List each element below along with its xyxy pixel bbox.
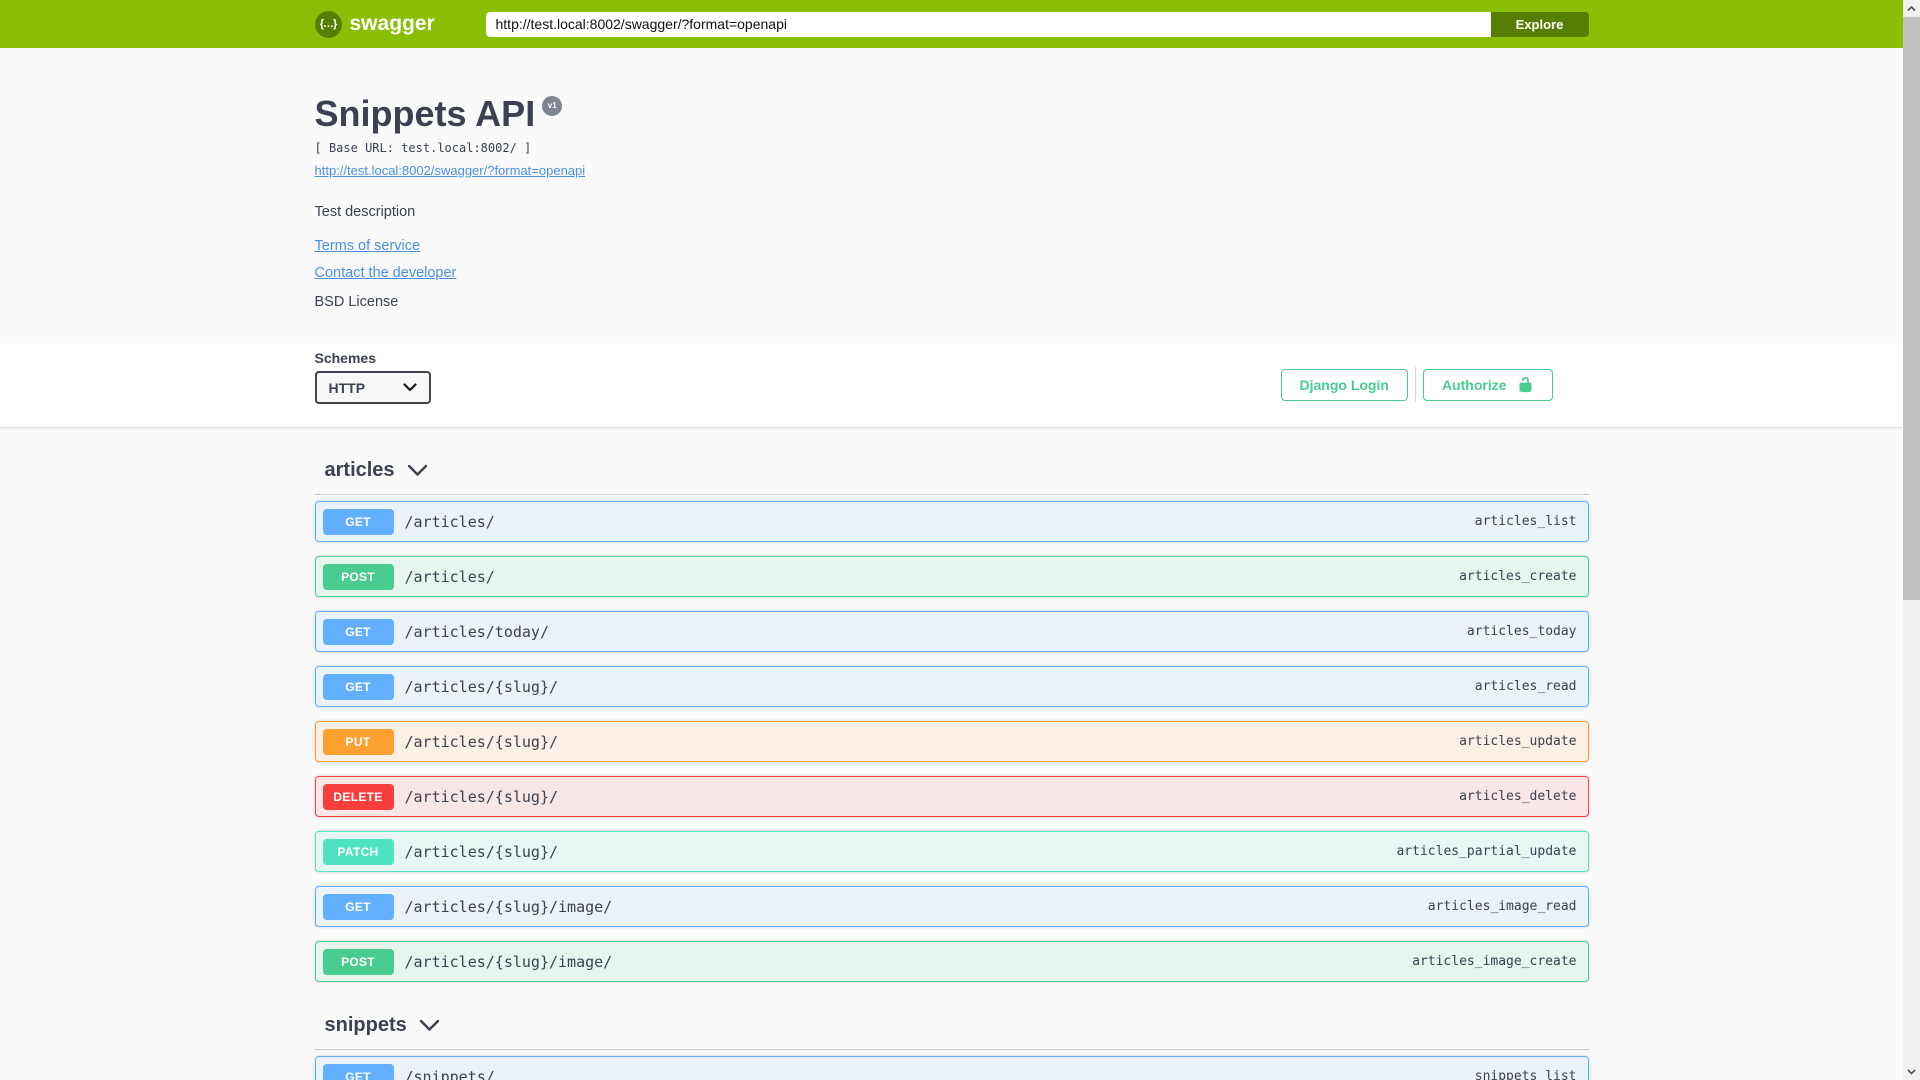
operation-row[interactable]: GET /articles/ articles_list <box>314 501 1589 542</box>
contact-developer-link[interactable]: Contact the developer <box>315 265 457 281</box>
operation-row[interactable]: PUT /articles/{slug}/ articles_update <box>314 721 1589 762</box>
chevron-down-icon <box>419 1019 439 1031</box>
page-title: Snippets API v1 <box>315 94 1589 134</box>
operation-path: /articles/{slug}/image/ <box>404 897 613 916</box>
operation-id: articles_image_create <box>1412 954 1577 969</box>
operation-row[interactable]: GET /snippets/ snippets_list <box>314 1056 1589 1080</box>
operation-row[interactable]: POST /articles/{slug}/image/ articles_im… <box>314 941 1589 982</box>
section-header[interactable]: articles <box>314 459 1589 495</box>
chevron-down-icon <box>407 464 427 476</box>
authorize-button[interactable]: Authorize <box>1422 368 1553 401</box>
operation-path: /articles/{slug}/ <box>404 732 559 751</box>
operation-row[interactable]: PATCH /articles/{slug}/ articles_partial… <box>314 831 1589 872</box>
operation-path: /articles/{slug}/image/ <box>404 952 613 971</box>
operation-list: GET /articles/ articles_list POST /artic… <box>314 501 1589 982</box>
method-badge: GET <box>322 893 394 920</box>
operations-section: articles GET /articles/ articles_list PO… <box>0 460 1903 1080</box>
operation-row[interactable]: GET /articles/today/ articles_today <box>314 611 1589 652</box>
operation-row[interactable]: GET /articles/{slug}/image/ articles_ima… <box>314 886 1589 927</box>
operation-id: articles_delete <box>1459 789 1577 804</box>
method-badge: POST <box>322 948 394 975</box>
api-description: Test description <box>314 204 416 220</box>
download-url-form: Explore <box>485 11 1589 37</box>
operation-id: snippets_list <box>1474 1069 1577 1080</box>
schemes-label: Schemes <box>314 350 376 366</box>
api-info-section: Snippets API v1 [ Base URL: test.local:80… <box>0 48 1903 343</box>
method-badge: GET <box>322 618 394 645</box>
scheme-container: Schemes HTTP Django Login Authorize <box>0 343 1903 427</box>
logo-text: swagger <box>349 12 435 35</box>
method-badge: PUT <box>322 728 394 755</box>
swagger-logo: {…} swagger <box>314 10 435 38</box>
terms-of-service-link[interactable]: Terms of service <box>315 238 421 254</box>
spec-link[interactable]: http://test.local:8002/swagger/?format=o… <box>315 163 586 178</box>
section-header[interactable]: snippets <box>314 1014 1589 1050</box>
section-title: snippets <box>324 1014 407 1036</box>
operation-row[interactable]: DELETE /articles/{slug}/ articles_delete <box>314 776 1589 817</box>
topbar: {…} swagger Explore <box>0 0 1903 48</box>
base-url: [ Base URL: test.local:8002/ ] <box>314 141 532 155</box>
operation-path: /snippets/ <box>404 1067 495 1080</box>
scroll-up-button[interactable] <box>1903 0 1920 17</box>
method-badge: PATCH <box>322 838 394 865</box>
operation-id: articles_today <box>1466 624 1577 639</box>
authorize-label: Authorize <box>1441 376 1507 393</box>
method-badge: GET <box>322 508 394 535</box>
operation-id: articles_image_read <box>1427 899 1577 914</box>
chevron-up-icon <box>1907 5 1916 11</box>
operation-list: GET /snippets/ snippets_list <box>314 1056 1589 1080</box>
method-badge: POST <box>322 563 394 590</box>
braces-icon: {…} <box>314 10 342 38</box>
operation-row[interactable]: GET /articles/{slug}/ articles_read <box>314 666 1589 707</box>
schemes-select[interactable]: HTTP <box>314 371 431 404</box>
operation-path: /articles/{slug}/ <box>404 842 559 861</box>
method-badge: DELETE <box>322 783 394 810</box>
django-login-button[interactable]: Django Login <box>1280 368 1408 401</box>
unlock-icon <box>1519 376 1531 393</box>
api-tag-section: articles GET /articles/ articles_list PO… <box>314 459 1589 982</box>
scrollbar[interactable] <box>1903 0 1920 1080</box>
operation-path: /articles/today/ <box>404 622 550 641</box>
license-text: BSD License <box>314 294 399 310</box>
operation-id: articles_partial_update <box>1396 844 1577 859</box>
spec-url-input[interactable] <box>485 11 1491 37</box>
operation-path: /articles/{slug}/ <box>404 677 559 696</box>
operation-path: /articles/{slug}/ <box>404 787 559 806</box>
method-badge: GET <box>322 673 394 700</box>
auth-wrapper: Django Login Authorize <box>1280 367 1553 402</box>
operation-id: articles_read <box>1474 679 1577 694</box>
section-title: articles <box>324 459 395 481</box>
schemes-selected-value: HTTP <box>328 379 366 396</box>
scrollbar-thumb[interactable] <box>1903 17 1920 600</box>
scroll-down-button[interactable] <box>1903 1063 1920 1080</box>
explore-button[interactable]: Explore <box>1490 11 1589 37</box>
operation-id: articles_list <box>1474 514 1577 529</box>
api-title-text: Snippets API <box>314 93 536 134</box>
version-badge: v1 <box>542 96 563 116</box>
operation-path: /articles/ <box>404 567 495 586</box>
method-badge: GET <box>322 1063 394 1080</box>
chevron-down-icon <box>402 383 417 392</box>
chevron-down-icon <box>1907 1068 1916 1075</box>
operation-row[interactable]: POST /articles/ articles_create <box>314 556 1589 597</box>
operation-id: articles_create <box>1459 569 1577 584</box>
swagger-ui-page: {…} swagger Explore Snippets API v1 [ Bas… <box>0 0 1903 1080</box>
operation-path: /articles/ <box>404 512 495 531</box>
operation-id: articles_update <box>1459 734 1577 749</box>
auth-divider <box>1414 367 1416 402</box>
django-login-label: Django Login <box>1299 376 1389 393</box>
api-tag-section: snippets GET /snippets/ snippets_list <box>314 1014 1589 1080</box>
